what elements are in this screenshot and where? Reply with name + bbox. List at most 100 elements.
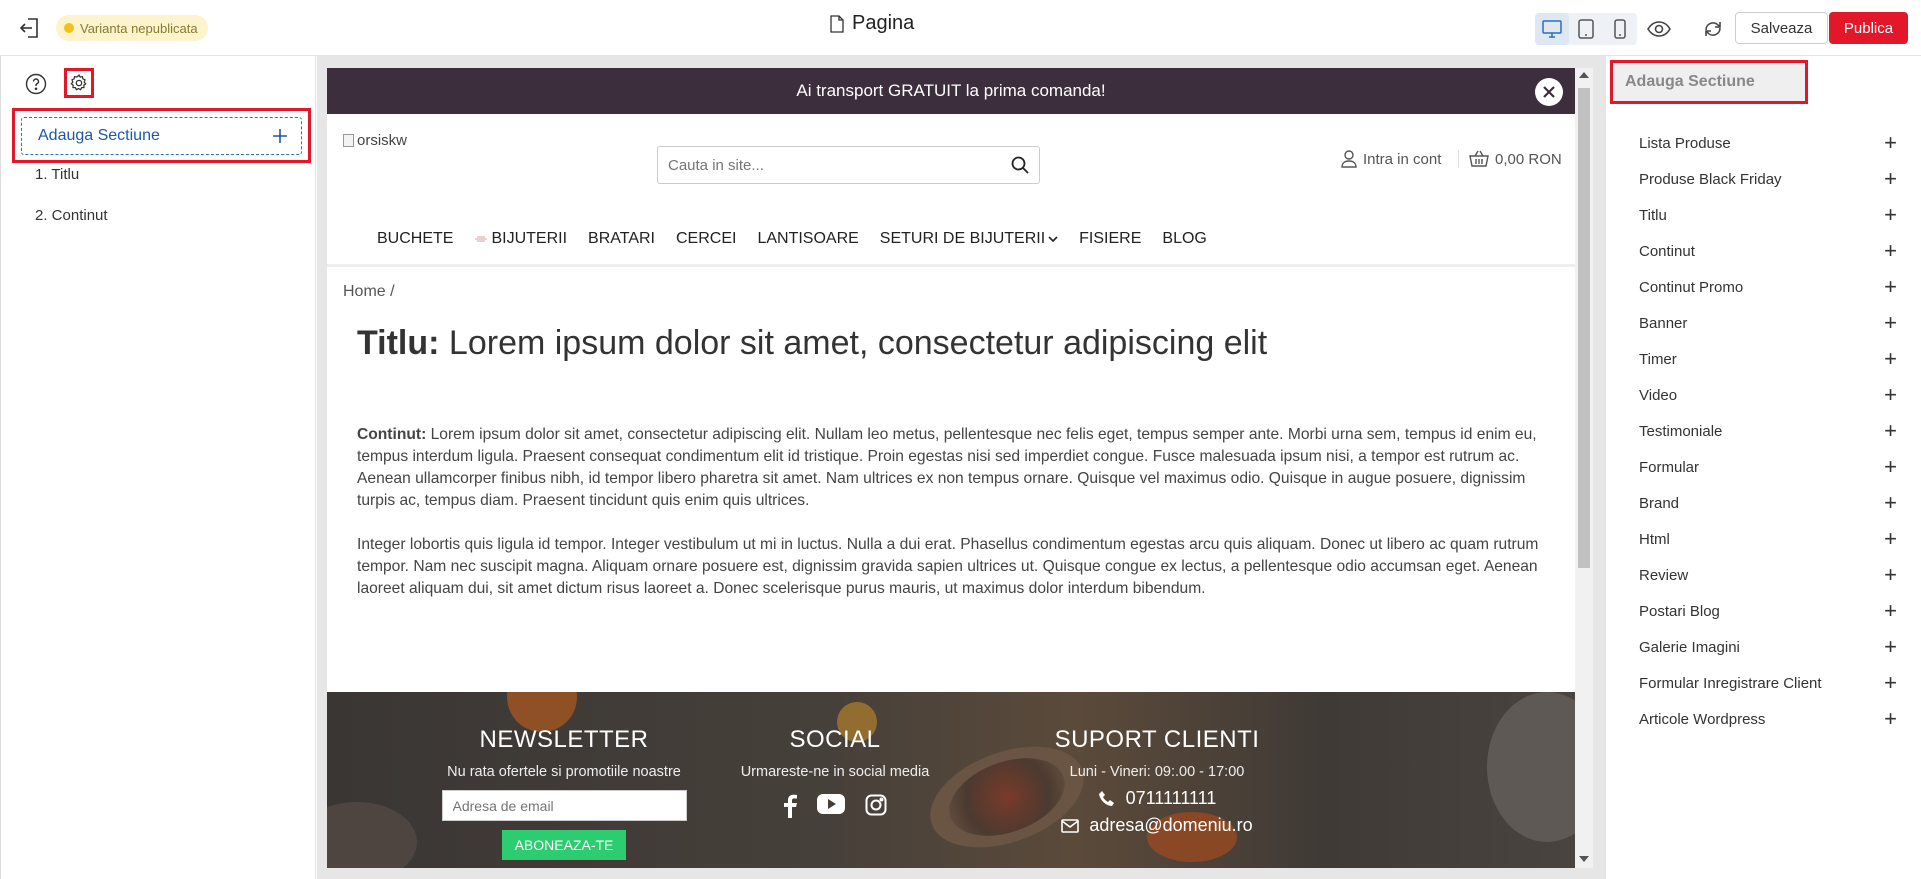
sync-button[interactable] bbox=[1697, 13, 1729, 45]
document-icon bbox=[830, 14, 844, 33]
mobile-view-button[interactable] bbox=[1603, 13, 1637, 45]
section-option-label: Titlu bbox=[1639, 206, 1667, 224]
cart-link[interactable]: 0,00 RON bbox=[1458, 150, 1562, 168]
nav-item-fisiere[interactable]: FISIERE bbox=[1079, 230, 1141, 248]
help-button[interactable] bbox=[22, 70, 50, 98]
search-icon[interactable] bbox=[1011, 156, 1029, 174]
plus-icon: + bbox=[1884, 634, 1897, 659]
nav-item-blog[interactable]: BLOG bbox=[1162, 230, 1206, 248]
nav-item-cercei[interactable]: CERCEI bbox=[676, 230, 736, 248]
site-search-input[interactable] bbox=[668, 156, 1011, 174]
section-option-lista-produse[interactable]: Lista Produse + bbox=[1639, 125, 1897, 161]
section-option-continut[interactable]: Continut + bbox=[1639, 233, 1897, 269]
help-icon bbox=[25, 73, 47, 95]
section-option-label: Video bbox=[1639, 386, 1678, 404]
section-option-continut-promo[interactable]: Continut Promo + bbox=[1639, 269, 1897, 305]
section-content[interactable]: Continut: Lorem ipsum dolor sit amet, co… bbox=[357, 424, 1547, 622]
section-option-titlu[interactable]: Titlu + bbox=[1639, 197, 1897, 233]
section-option-postari-blog[interactable]: Postari Blog + bbox=[1639, 593, 1897, 629]
broken-image-icon bbox=[343, 134, 354, 147]
nav-item-buchete[interactable]: BUCHETE bbox=[377, 230, 453, 248]
section-option-timer[interactable]: Timer + bbox=[1639, 341, 1897, 377]
section-title[interactable]: Titlu: Lorem ipsum dolor sit amet, conse… bbox=[357, 324, 1267, 363]
page-title: Pagina bbox=[830, 12, 914, 35]
section-option-label: Continut bbox=[1639, 242, 1695, 260]
section-option-produse-black-friday[interactable]: Produse Black Friday + bbox=[1639, 161, 1897, 197]
add-section-label: Adauga Sectiune bbox=[38, 127, 160, 144]
nav-item-bijuterii[interactable]: BIJUTERII bbox=[474, 230, 567, 248]
facebook-icon[interactable] bbox=[783, 794, 797, 818]
section-option-articole-wordpress[interactable]: Articole Wordpress + bbox=[1639, 701, 1897, 737]
subscribe-button[interactable]: ABONEAZA-TE bbox=[502, 830, 626, 860]
eye-icon bbox=[1647, 21, 1671, 37]
youtube-icon[interactable] bbox=[817, 794, 845, 814]
content-paragraph-1: Continut: Lorem ipsum dolor sit amet, co… bbox=[357, 424, 1547, 512]
nav-item-bratari[interactable]: BRATARI bbox=[588, 230, 655, 248]
tablet-view-button[interactable] bbox=[1569, 13, 1603, 45]
plus-icon: + bbox=[1884, 598, 1897, 623]
phone-icon bbox=[1098, 790, 1114, 806]
section-option-html[interactable]: Html + bbox=[1639, 521, 1897, 557]
page-preview: Ai transport GRATUIT la prima comanda! o… bbox=[327, 68, 1575, 868]
title-text: Lorem ipsum dolor sit amet, consectetur … bbox=[448, 324, 1268, 362]
section-item-continut[interactable]: 2. Continut bbox=[35, 207, 108, 224]
plus-icon: + bbox=[1884, 382, 1897, 407]
section-option-video[interactable]: Video + bbox=[1639, 377, 1897, 413]
section-library-list: Lista Produse + Produse Black Friday + Tit… bbox=[1639, 125, 1897, 737]
plus-icon: + bbox=[1884, 346, 1897, 371]
preview-button[interactable] bbox=[1643, 13, 1675, 45]
canvas-area: Ai transport GRATUIT la prima comanda! o… bbox=[317, 56, 1605, 879]
newsletter-email-input[interactable] bbox=[441, 790, 687, 821]
section-option-label: Produse Black Friday bbox=[1639, 170, 1782, 188]
support-email[interactable]: adresa@domeniu.ro bbox=[1007, 815, 1307, 836]
plus-icon: + bbox=[1884, 274, 1897, 299]
settings-button[interactable] bbox=[64, 68, 94, 98]
section-option-formular-inregistrare-client[interactable]: Formular Inregistrare Client + bbox=[1639, 665, 1897, 701]
promo-bar: Ai transport GRATUIT la prima comanda! bbox=[327, 68, 1575, 114]
save-button[interactable]: Salveaza bbox=[1735, 12, 1828, 44]
plus-icon: + bbox=[1884, 238, 1897, 263]
instagram-icon[interactable] bbox=[865, 794, 887, 816]
nav-item-label: BIJUTERII bbox=[491, 230, 568, 247]
nav-item-label: FISIERE bbox=[1079, 230, 1142, 247]
page-title-text: Pagina bbox=[852, 12, 915, 34]
content-paragraph-1-text: Lorem ipsum dolor sit amet, consectetur … bbox=[357, 426, 1537, 509]
support-title: SUPORT CLIENTI bbox=[1054, 726, 1260, 753]
preview-scrollbar[interactable] bbox=[1575, 68, 1593, 868]
device-switcher bbox=[1535, 13, 1637, 45]
scroll-up-arrow[interactable] bbox=[1579, 72, 1589, 78]
exit-icon bbox=[19, 18, 38, 38]
desktop-view-button[interactable] bbox=[1535, 13, 1569, 45]
newsletter-title: NEWSLETTER bbox=[479, 726, 649, 753]
nav-item-label: BUCHETE bbox=[377, 230, 454, 247]
exit-button[interactable] bbox=[16, 14, 44, 42]
scroll-thumb[interactable] bbox=[1578, 88, 1590, 568]
footer-social: SOCIAL Urmareste-ne in social media bbox=[685, 692, 985, 818]
publish-button[interactable]: Publica bbox=[1829, 12, 1908, 44]
social-subtitle: Urmareste-ne in social media bbox=[740, 764, 930, 780]
scroll-down-arrow[interactable] bbox=[1579, 856, 1589, 862]
plus-icon: + bbox=[1884, 562, 1897, 587]
nav-item-lantisoare[interactable]: LANTISOARE bbox=[757, 230, 858, 248]
support-phone[interactable]: 0711111111 bbox=[1007, 788, 1307, 809]
section-option-banner[interactable]: Banner + bbox=[1639, 305, 1897, 341]
section-option-galerie-imagini[interactable]: Galerie Imagini + bbox=[1639, 629, 1897, 665]
nav-item-seturi[interactable]: SETURI DE BIJUTERII bbox=[880, 230, 1058, 248]
title-label: Titlu: bbox=[357, 324, 440, 362]
plus-icon: + bbox=[1884, 490, 1897, 515]
site-logo[interactable]: orsiskw bbox=[343, 132, 407, 149]
nav-item-label: BLOG bbox=[1162, 230, 1207, 247]
gear-icon bbox=[70, 74, 87, 91]
section-option-review[interactable]: Review + bbox=[1639, 557, 1897, 593]
ring-icon bbox=[475, 236, 488, 242]
footer-newsletter: NEWSLETTER Nu rata ofertele si promotiil… bbox=[414, 692, 714, 860]
section-option-formular[interactable]: Formular + bbox=[1639, 449, 1897, 485]
section-item-titlu[interactable]: 1. Titlu bbox=[35, 166, 79, 183]
status-badge: Varianta nepublicata bbox=[56, 15, 208, 41]
section-option-brand[interactable]: Brand + bbox=[1639, 485, 1897, 521]
section-option-testimoniale[interactable]: Testimoniale + bbox=[1639, 413, 1897, 449]
account-link[interactable]: Intra in cont bbox=[1341, 150, 1441, 168]
newsletter-subtitle: Nu rata ofertele si promotiile noastre bbox=[447, 764, 681, 780]
promo-close-button[interactable] bbox=[1535, 78, 1563, 106]
add-section-button[interactable]: Adauga Sectiune bbox=[21, 117, 302, 155]
